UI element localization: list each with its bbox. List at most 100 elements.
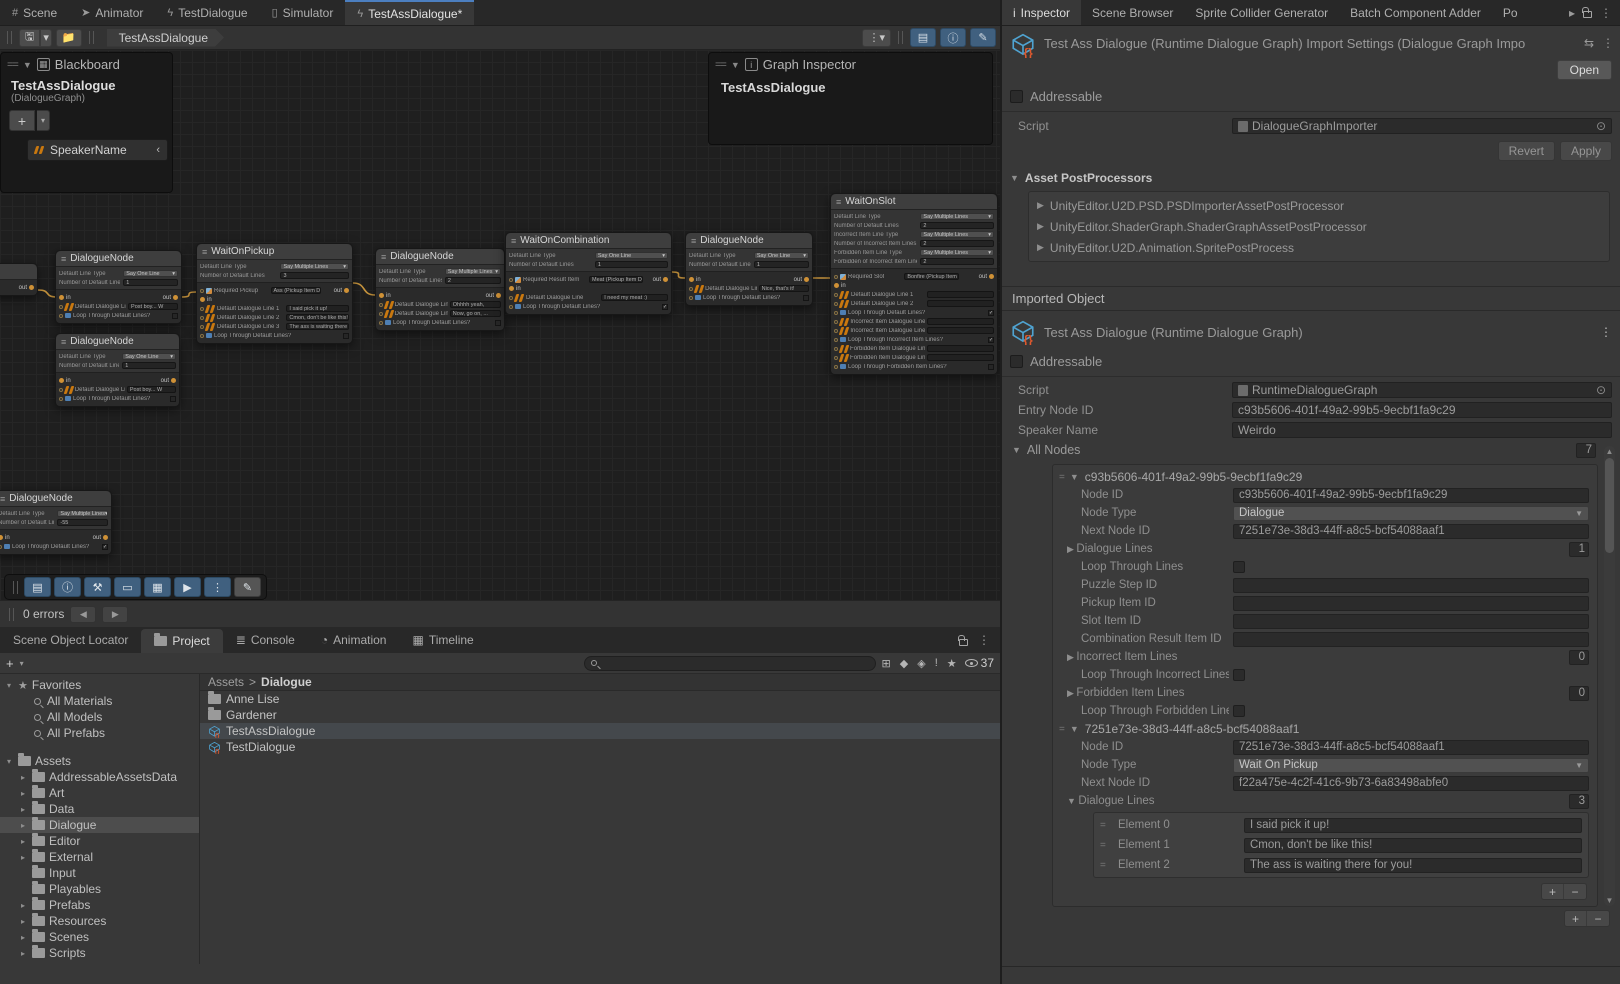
drag-handle-icon[interactable]: = — [1059, 724, 1064, 735]
line-port[interactable] — [834, 347, 838, 351]
tree-arrow-icon[interactable]: ▸ — [18, 949, 28, 958]
line-text-field[interactable] — [927, 300, 994, 307]
blackboard-collapse-icon[interactable]: ▼ — [23, 60, 32, 70]
save-graph-button[interactable]: 🖫 — [19, 29, 40, 47]
add-element-button[interactable]: + — [1542, 884, 1564, 899]
foldout-arrow-icon[interactable]: ▼ — [1067, 796, 1078, 806]
node-collapse-icon[interactable]: ≡ — [381, 252, 386, 262]
create-asset-dropdown[interactable]: ▾ — [20, 659, 24, 668]
tree-arrow-icon[interactable]: ▸ — [18, 773, 28, 782]
line-port[interactable] — [59, 397, 63, 401]
element-value-field[interactable]: Cmon, don't be like this! — [1244, 838, 1582, 853]
output-port[interactable] — [29, 285, 34, 290]
input-port[interactable] — [379, 293, 384, 298]
save-dropdown-button[interactable]: ▾ — [40, 29, 52, 47]
drag-handle-icon[interactable]: = — [1100, 840, 1112, 851]
property-dropdown[interactable]: Say Multiple Lines▾ — [920, 213, 994, 220]
line-port[interactable] — [834, 338, 838, 342]
visibility-toggle[interactable]: 37 — [965, 656, 994, 670]
foldout-arrow-icon[interactable]: ▶ — [1067, 652, 1076, 662]
line-port[interactable] — [200, 289, 204, 293]
line-port[interactable] — [59, 314, 63, 318]
tree-arrow-icon[interactable]: ▸ — [18, 805, 28, 814]
line-text-field[interactable]: I said pick it up! — [286, 305, 349, 312]
property-value-field[interactable]: 2 — [920, 240, 994, 247]
line-text-field[interactable] — [927, 318, 994, 325]
line-port[interactable] — [0, 545, 2, 549]
line-text-field[interactable]: Now, go on, ... — [450, 310, 501, 317]
line-port[interactable] — [509, 296, 513, 300]
foldout-arrow-icon[interactable]: ▼ — [1070, 724, 1079, 734]
node-collapse-icon[interactable]: ≡ — [511, 236, 516, 246]
line-text-field[interactable]: Nice, that's it! — [759, 285, 809, 292]
node-type-dropdown[interactable]: Dialogue▼ — [1233, 506, 1589, 521]
line-text-field[interactable]: Cmon, don't be like this! — [286, 314, 349, 321]
input-port[interactable] — [59, 378, 64, 383]
sidebar-item-art[interactable]: ▸Art — [0, 785, 199, 801]
foldout-arrow-icon[interactable]: ▶ — [1067, 688, 1076, 698]
inspector-overlay-button[interactable]: ⓘ — [54, 577, 81, 597]
tools-overlay-button[interactable]: ⚒ — [84, 577, 111, 597]
panel-tab-animation[interactable]: ◔Animation — [308, 627, 400, 653]
line-port[interactable] — [834, 311, 838, 315]
asset-item-testdialogue[interactable]: {}TestDialogue — [200, 739, 1000, 755]
loop-checkbox[interactable] — [343, 333, 349, 339]
object-menu-icon[interactable]: ⋮ — [1600, 325, 1612, 339]
checkbox[interactable] — [1233, 561, 1245, 573]
tab-inspector[interactable]: iInspector — [1002, 0, 1081, 25]
output-port[interactable] — [103, 535, 108, 540]
scrollbar-thumb[interactable] — [1605, 458, 1614, 553]
add-element-button[interactable]: + — [1565, 911, 1587, 926]
line-port[interactable] — [200, 316, 204, 320]
loop-checkbox[interactable]: ✓ — [102, 544, 108, 550]
line-text-field[interactable]: I need my meat :) — [601, 294, 668, 301]
text-field[interactable] — [1233, 614, 1589, 629]
line-text-field[interactable] — [927, 345, 994, 352]
project-search-input[interactable] — [584, 656, 876, 671]
graph-inspector-grip-icon[interactable]: == — [715, 59, 726, 71]
line-text-field[interactable]: Ohhhh yeah, — [450, 301, 501, 308]
tree-arrow-icon[interactable]: ▸ — [18, 821, 28, 830]
node-collapse-icon[interactable]: ≡ — [0, 494, 5, 504]
input-port[interactable] — [200, 297, 205, 302]
tree-arrow-icon[interactable]: ▸ — [18, 789, 28, 798]
overlay-toolbar-handle[interactable] — [13, 581, 18, 594]
blackboard-header[interactable]: == ▼ ▦ Blackboard — [1, 53, 172, 76]
toggle-blackboard-button[interactable]: ▤ — [910, 28, 936, 47]
line-text-field[interactable] — [927, 291, 994, 298]
text-field[interactable]: f22a475e-4c2f-41c6-9b73-6a83498abfe0 — [1233, 776, 1589, 791]
property-dropdown[interactable]: Say One Line▾ — [754, 252, 809, 259]
console-overlay-button[interactable]: ▤ — [24, 577, 51, 597]
play-overlay-button[interactable]: ▶ — [174, 577, 201, 597]
postprocessor-item[interactable]: ▶UnityEditor.U2D.PSD.PSDImporterAssetPos… — [1029, 195, 1609, 216]
loop-checkbox[interactable] — [170, 396, 176, 402]
asset-type-filter-icon[interactable]: ◆ — [900, 657, 908, 670]
parameter-speakername[interactable]: SpeakerName ‹ — [27, 139, 168, 161]
graph-breadcrumb[interactable]: TestAssDialogue — [107, 29, 224, 47]
sidebar-item-dialogue[interactable]: ▸Dialogue — [0, 817, 199, 833]
line-port[interactable] — [834, 293, 838, 297]
graph-node-dialoguenode[interactable]: ≡DialogueNodeDefault Line TypeSay Multip… — [375, 248, 505, 331]
foldout-arrow-icon[interactable]: ▶ — [1067, 544, 1076, 554]
sidebar-item-external[interactable]: ▸External — [0, 849, 199, 865]
graph-node-startnode[interactable]: ≡StartNodeSpeakerNameout — [0, 263, 38, 296]
line-text-field[interactable]: Post boy... W — [127, 386, 176, 393]
line-text-field[interactable] — [927, 327, 994, 334]
drag-handle-icon[interactable]: = — [1059, 472, 1064, 483]
edit-overlay-button[interactable]: ✎ — [234, 577, 261, 597]
drag-handle-icon[interactable]: = — [1100, 860, 1112, 871]
panel-tab-project[interactable]: Project — [141, 629, 222, 653]
line-port[interactable] — [200, 334, 204, 338]
open-in-new-icon[interactable]: ⊞ — [882, 657, 891, 670]
window-tab-simulator[interactable]: ▯Simulator — [260, 0, 346, 25]
graph-menu-button[interactable]: ⋮ ▾ — [862, 29, 891, 47]
tree-arrow-icon[interactable]: ▸ — [18, 901, 28, 910]
presets-icon[interactable]: ⇆ — [1584, 32, 1594, 50]
line-port[interactable] — [689, 296, 693, 300]
checkbox[interactable] — [1233, 705, 1245, 717]
input-port[interactable] — [59, 295, 64, 300]
output-port[interactable] — [173, 295, 178, 300]
line-text-field[interactable]: Post boy... W — [128, 303, 178, 310]
property-dropdown[interactable]: Say One Line▾ — [123, 270, 178, 277]
graph-edge[interactable] — [672, 272, 685, 278]
